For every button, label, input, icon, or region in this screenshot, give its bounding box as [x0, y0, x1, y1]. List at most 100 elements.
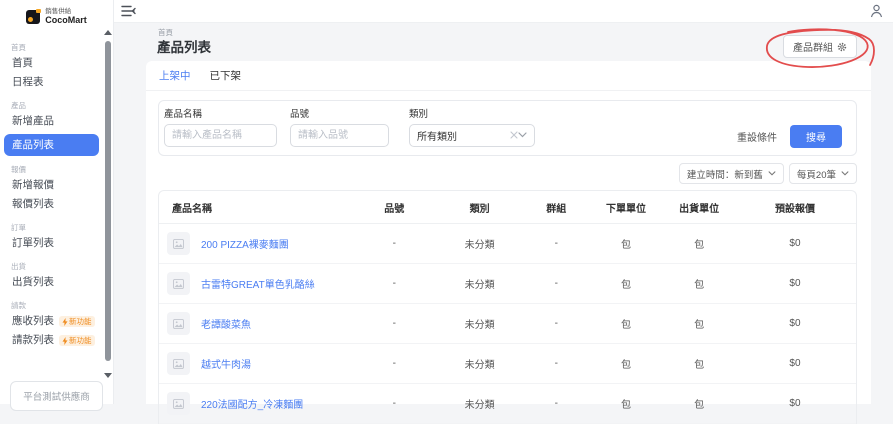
- sidebar-section-label: 首頁: [11, 43, 26, 52]
- filter-category-label: 類別: [409, 109, 429, 120]
- table-cell-category: 未分類: [434, 303, 525, 344]
- table-column-header: 產品名稱: [159, 191, 355, 224]
- sidebar-item[interactable]: 產品列表: [4, 134, 99, 156]
- table-column-header: 群組: [524, 191, 588, 224]
- table-cell-group: -: [524, 223, 588, 264]
- app-logo: 銷售供給 CocoMart: [0, 0, 113, 32]
- sidebar-item[interactable]: 新增產品: [0, 112, 113, 131]
- table-column-header: 下單單位: [587, 191, 665, 224]
- product-group-button-label: 產品群組: [793, 43, 833, 54]
- table-cell-price: $0: [733, 343, 856, 384]
- filter-sku: 品號: [290, 110, 389, 147]
- sku-input[interactable]: [290, 123, 389, 147]
- chevron-down-icon: [841, 171, 849, 176]
- table-column-header: 類別: [434, 191, 525, 224]
- sidebar-item[interactable]: 新增報價: [0, 176, 113, 195]
- main-area: 首頁 產品列表 產品群組 上架中 已下架 產品名稱 品號: [113, 0, 893, 424]
- table-cell-sku: -: [354, 303, 435, 344]
- sidebar-item[interactable]: 請款列表 新功能: [0, 331, 113, 350]
- sidebar-scrollbar[interactable]: [104, 28, 112, 380]
- table-cell-group: -: [524, 263, 588, 304]
- product-group-button[interactable]: 產品群組: [783, 35, 857, 58]
- gear-icon: [837, 42, 847, 51]
- sidebar-section-label: 出貨: [11, 262, 26, 271]
- sort-order-dropdown[interactable]: 建立時間：新到舊: [678, 163, 784, 184]
- sidebar-item[interactable]: 報價列表: [0, 195, 113, 214]
- product-name-link[interactable]: 越式牛肉湯: [201, 356, 251, 371]
- table-cell-category: 未分類: [434, 263, 525, 304]
- table-cell-price: $0: [733, 303, 856, 344]
- table-row: 越式牛肉湯 - 未分類 - 包包 $0: [159, 343, 856, 384]
- sidebar-item[interactable]: 應收列表 新功能: [0, 312, 113, 331]
- table-cell-sku: -: [354, 223, 435, 264]
- table-cell-group: -: [524, 343, 588, 384]
- sidebar-item[interactable]: 首頁: [0, 54, 113, 73]
- sidebar-item[interactable]: 訂單列表: [0, 234, 113, 253]
- product-name-input[interactable]: [164, 123, 277, 147]
- category-select[interactable]: 所有類別: [409, 123, 535, 147]
- page-header: 首頁 產品列表 產品群組: [113, 22, 893, 68]
- sidebar-item[interactable]: 日程表: [0, 73, 113, 92]
- product-name-link[interactable]: 200 PIZZA裸麥麵團: [201, 236, 289, 251]
- badge-label: 新功能: [69, 317, 92, 326]
- content-card: 上架中 已下架 產品名稱 品號 類別 所有類別: [146, 61, 871, 424]
- table-cell-price: $0: [733, 263, 856, 304]
- clear-x-icon[interactable]: [510, 131, 518, 139]
- sidebar-item-label: 新增產品: [12, 115, 54, 127]
- sidebar-section-label: 請款: [11, 301, 26, 310]
- sidebar-item[interactable]: 出貨列表: [0, 273, 113, 292]
- tab-off-shelf[interactable]: 已下架: [210, 68, 242, 83]
- collapse-sidebar-icon[interactable]: [121, 5, 136, 17]
- brand-cube-icon: [26, 9, 42, 24]
- table-cell-ship_unit: 包: [664, 343, 734, 384]
- page-size-dropdown[interactable]: 每頁20筆: [788, 163, 857, 184]
- table-body: 200 PIZZA裸麥麵團 - 未分類 - 包包 $0 古雷特GREAT單色乳酪絲 - 未分類 -…: [159, 223, 856, 424]
- table-row: 古雷特GREAT單色乳酪絲 - 未分類 - 包包 $0: [159, 263, 856, 304]
- table-cell-ship_unit: 包: [664, 303, 734, 344]
- table-cell-ship_unit: 包: [664, 223, 734, 264]
- brand-name: CocoMart: [45, 14, 87, 25]
- sidebar-section-label: 訂單: [11, 223, 26, 232]
- new-feature-badge: 新功能: [59, 316, 95, 327]
- user-account-icon[interactable]: [870, 4, 883, 18]
- table-cell-order_unit: 包: [587, 303, 665, 344]
- table-cell-category: 未分類: [434, 343, 525, 384]
- product-image-placeholder-icon: [167, 312, 190, 335]
- table-column-header: 出貨單位: [664, 191, 734, 224]
- sort-row: 建立時間：新到舊 每頁20筆: [158, 163, 857, 184]
- table-cell-group: -: [524, 303, 588, 344]
- scrollbar-thumb[interactable]: [105, 41, 111, 361]
- table-column-header: 預設報價: [733, 191, 856, 224]
- scroll-up-arrow-icon[interactable]: [104, 30, 112, 35]
- table-cell-sku: -: [354, 343, 435, 384]
- page-title: 產品列表: [157, 40, 211, 55]
- product-name-link[interactable]: 老譚酸菜魚: [201, 316, 251, 331]
- sidebar-item-label: 出貨列表: [12, 276, 54, 288]
- filter-product-name: 產品名稱: [164, 110, 277, 147]
- table-cell-sku: -: [354, 263, 435, 304]
- product-image-placeholder-icon: [167, 352, 190, 375]
- table-header-row: 產品名稱 品號 類別 群組 下單單位 出貨單位 預設報價: [159, 191, 856, 224]
- product-table: 產品名稱 品號 類別 群組 下單單位 出貨單位 預設報價 200 PIZZA裸麥麵團 - 未分類…: [158, 190, 857, 424]
- sidebar-nav: 首頁 首頁 日程表 產品 新增產品 產品列表 報價 新增報價 報價列表 訂單 訂單列表 出貨 出貨列表請…: [0, 32, 113, 350]
- table-cell-price: $0: [733, 223, 856, 264]
- product-name-link[interactable]: 古雷特GREAT單色乳酪絲: [201, 276, 315, 291]
- vendor-name-box[interactable]: 平台測試供應商: [10, 381, 103, 411]
- table-column-header: 品號: [354, 191, 435, 224]
- tab-on-shelf[interactable]: 上架中: [159, 68, 191, 83]
- sort-order-value: 建立時間：新到舊: [686, 169, 763, 181]
- sidebar-item-label: 新增報價: [12, 179, 54, 191]
- scroll-down-arrow-icon[interactable]: [104, 373, 112, 378]
- product-image-placeholder-icon: [167, 272, 190, 295]
- search-button[interactable]: 搜尋: [790, 125, 842, 148]
- reset-filters-link[interactable]: 重設條件: [737, 129, 777, 144]
- product-image-placeholder-icon: [167, 232, 190, 255]
- sidebar-section-label: 報價: [11, 165, 26, 174]
- sidebar-item-label: 報價列表: [12, 198, 54, 210]
- page-size-value: 每頁20筆: [796, 169, 836, 181]
- sidebar-item-label: 首頁: [12, 57, 33, 69]
- chevron-down-icon: [768, 171, 776, 176]
- filter-category: 類別 所有類別: [409, 110, 535, 147]
- category-select-value: 所有類別: [417, 131, 457, 143]
- table-row: 老譚酸菜魚 - 未分類 - 包包 $0: [159, 303, 856, 344]
